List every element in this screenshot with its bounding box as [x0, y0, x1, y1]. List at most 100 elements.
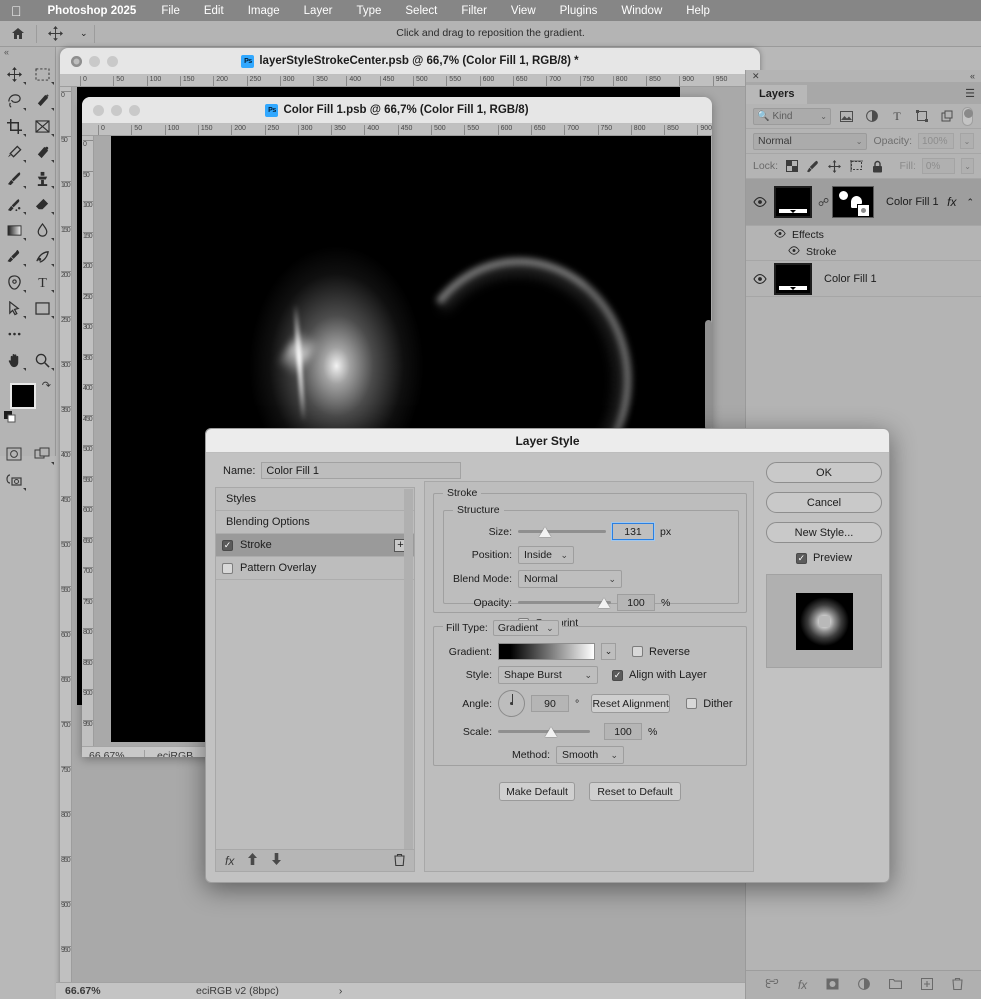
- fill-value[interactable]: 0%: [921, 158, 956, 174]
- method-select[interactable]: Smooth ⌄: [556, 746, 624, 764]
- move-up-icon[interactable]: [247, 853, 258, 868]
- new-style-button[interactable]: New Style...: [766, 522, 882, 543]
- collapse-panel-icon[interactable]: «: [970, 71, 975, 81]
- screen-mode-icon[interactable]: [28, 441, 56, 467]
- style-row-blending-options[interactable]: Blending Options: [216, 511, 414, 534]
- menu-app-name[interactable]: Photoshop 2025: [35, 5, 150, 17]
- smart-object-filter-icon[interactable]: [937, 108, 956, 125]
- apple-icon[interactable]: : [0, 4, 35, 18]
- type-layer-filter-icon[interactable]: T: [887, 108, 906, 125]
- zoom-tool[interactable]: [28, 347, 56, 373]
- app-color-profile[interactable]: eciRGB v2 (8bpc): [146, 985, 279, 997]
- lock-transparency-icon[interactable]: [784, 158, 799, 174]
- share-camera-icon[interactable]: [0, 467, 28, 493]
- fx-icon[interactable]: fx: [225, 854, 234, 868]
- style-row-pattern-overlay[interactable]: Pattern Overlay: [216, 557, 414, 580]
- crop-tool[interactable]: [0, 113, 28, 139]
- tab-layers[interactable]: Layers: [746, 85, 808, 104]
- app-status-arrow-icon[interactable]: ›: [279, 985, 343, 997]
- minimize-button[interactable]: [89, 55, 100, 67]
- position-select[interactable]: Inside ⌄: [518, 546, 574, 564]
- pixel-layer-filter-icon[interactable]: [837, 108, 856, 125]
- size-input[interactable]: 131: [612, 523, 654, 540]
- gradient-picker-chevron-icon[interactable]: ⌄: [601, 643, 616, 660]
- menu-item-view[interactable]: View: [499, 5, 548, 17]
- gradient-preview[interactable]: [498, 643, 595, 660]
- fill-chevron-icon[interactable]: ⌄: [961, 158, 975, 174]
- hand-tool[interactable]: [0, 347, 28, 373]
- document-traffic-lights[interactable]: [82, 104, 140, 116]
- reverse-checkbox[interactable]: [632, 646, 643, 657]
- layer-name[interactable]: Color Fill 1: [880, 196, 941, 208]
- reset-to-default-button[interactable]: Reset to Default: [589, 782, 681, 801]
- name-input[interactable]: Color Fill 1: [261, 462, 462, 479]
- menu-item-layer[interactable]: Layer: [292, 5, 345, 17]
- dither-checkbox[interactable]: [686, 698, 698, 709]
- preview-row[interactable]: ✓ Preview: [766, 552, 882, 564]
- styles-list[interactable]: Styles Blending Options ✓ Stroke + Patte…: [215, 487, 415, 872]
- magic-wand-tool[interactable]: [28, 87, 56, 113]
- background-window-titlebar[interactable]: Ps layerStyleStrokeCenter.psb @ 66,7% (C…: [60, 48, 760, 75]
- pattern-overlay-checkbox[interactable]: [222, 562, 233, 574]
- dodge-tool[interactable]: [0, 243, 28, 269]
- spot-healing-brush-tool[interactable]: [28, 139, 56, 165]
- document-close-button[interactable]: [93, 104, 104, 116]
- effect-row-stroke[interactable]: Stroke: [746, 243, 981, 261]
- lock-all-icon[interactable]: [870, 158, 885, 174]
- menu-item-filter[interactable]: Filter: [449, 5, 499, 17]
- shape-layer-filter-icon[interactable]: [912, 108, 931, 125]
- document-minimize-button[interactable]: [111, 104, 122, 116]
- scale-input[interactable]: 100: [604, 723, 642, 740]
- link-mask-icon[interactable]: ☍: [818, 196, 829, 209]
- menu-item-file[interactable]: File: [149, 5, 192, 17]
- frame-tool[interactable]: [28, 113, 56, 139]
- app-zoom-level[interactable]: 66.67%: [56, 985, 146, 997]
- menu-item-plugins[interactable]: Plugins: [548, 5, 610, 17]
- rectangle-tool[interactable]: [28, 295, 56, 321]
- layer-name-2[interactable]: Color Fill 1: [818, 273, 977, 285]
- pen-tool[interactable]: [0, 269, 28, 295]
- menu-item-edit[interactable]: Edit: [192, 5, 236, 17]
- delete-effect-icon[interactable]: [394, 853, 405, 869]
- panel-menu-icon[interactable]: ☰: [965, 87, 975, 100]
- styles-list-scrollbar[interactable]: [404, 489, 413, 849]
- collapse-panel-icon[interactable]: «: [0, 47, 55, 61]
- layer-opacity-chevron-icon[interactable]: ⌄: [960, 133, 974, 149]
- swap-colors-icon[interactable]: ↷: [42, 379, 51, 392]
- ok-button[interactable]: OK: [766, 462, 882, 483]
- history-brush-tool[interactable]: [0, 191, 28, 217]
- layer-thumbnail-2[interactable]: [774, 262, 812, 295]
- effects-group-row[interactable]: Effects: [746, 226, 981, 243]
- gradient-style-select[interactable]: Shape Burst ⌄: [498, 666, 598, 684]
- brush-tool[interactable]: [0, 165, 28, 191]
- style-row-stroke[interactable]: ✓ Stroke +: [216, 534, 414, 557]
- close-panel-icon[interactable]: ✕: [752, 71, 760, 82]
- zoom-button[interactable]: [107, 55, 118, 67]
- move-down-icon[interactable]: [271, 853, 282, 868]
- stroke-opacity-input[interactable]: 100: [617, 594, 655, 611]
- path-selection-tool[interactable]: [0, 295, 28, 321]
- new-adjustment-layer-icon[interactable]: [858, 977, 871, 993]
- delete-layer-icon[interactable]: [952, 977, 963, 993]
- quick-mask-icon[interactable]: [0, 441, 28, 467]
- make-default-button[interactable]: Make Default: [499, 782, 575, 801]
- move-tool[interactable]: [0, 61, 28, 87]
- foreground-color-swatch[interactable]: [10, 383, 36, 409]
- layer-blend-mode-select[interactable]: Normal ⌄: [753, 132, 868, 150]
- clone-stamp-tool[interactable]: [28, 165, 56, 191]
- menu-item-type[interactable]: Type: [344, 5, 393, 17]
- pen-tool-curvature[interactable]: [28, 243, 56, 269]
- add-layer-mask-icon[interactable]: [826, 978, 839, 993]
- rectangular-marquee-tool[interactable]: [28, 61, 56, 87]
- layer-visibility-icon-2[interactable]: [752, 273, 768, 284]
- blur-tool[interactable]: [28, 217, 56, 243]
- lock-artboard-icon[interactable]: [849, 158, 864, 174]
- cancel-button[interactable]: Cancel: [766, 492, 882, 513]
- document-zoom-button[interactable]: [129, 104, 140, 116]
- expand-effects-chevron-icon[interactable]: ⌃: [966, 197, 977, 208]
- zoom-level[interactable]: 66.67%: [82, 750, 144, 758]
- preview-checkbox[interactable]: ✓: [795, 552, 807, 564]
- menu-item-select[interactable]: Select: [393, 5, 449, 17]
- vertical-ruler[interactable]: 0 50 100 150 200 250 300 350 400 450 500 550 600 650 7…: [82, 136, 94, 746]
- document-titlebar[interactable]: Ps Color Fill 1.psb @ 66,7% (Color Fill …: [82, 97, 712, 124]
